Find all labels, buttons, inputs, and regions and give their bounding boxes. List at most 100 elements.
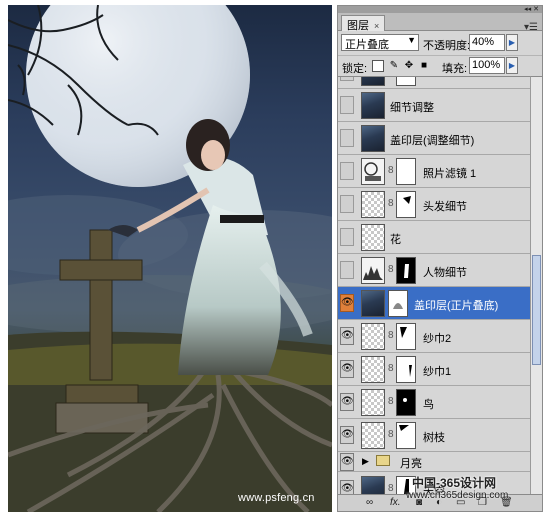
layer-name: 纱巾1 <box>423 366 452 378</box>
eye-icon[interactable]: 👁 <box>340 453 354 471</box>
link-icon: 8 <box>388 76 394 77</box>
lock-transparency-icon[interactable] <box>372 60 384 72</box>
link-icon: 8 <box>388 483 394 494</box>
layer-mask-thumbnail[interactable] <box>388 290 408 317</box>
fx-icon[interactable]: fx. <box>390 497 401 508</box>
visibility-toggle[interactable] <box>340 228 354 246</box>
layer-name: 细节调整 <box>390 102 434 114</box>
artwork-watermark: www.psfeng.cn <box>238 492 315 504</box>
layer-mask-thumbnail[interactable] <box>396 422 416 449</box>
eye-icon[interactable]: 👁 <box>340 426 354 444</box>
layer-thumbnail <box>361 290 385 317</box>
link-icon: 8 <box>388 363 394 374</box>
layer-mask-thumbnail[interactable] <box>396 158 416 185</box>
opacity-label: 不透明度: <box>423 40 471 52</box>
site-watermark: 中国-365设计网 <box>412 476 497 490</box>
layer-name: 月亮 <box>400 458 422 470</box>
opacity-slider-button[interactable]: ▶ <box>506 34 518 51</box>
blend-row: 正片叠底 ▼ 不透明度: 40% ▶ <box>338 32 542 54</box>
layer-list-scrollbar[interactable] <box>530 76 542 494</box>
eye-icon[interactable]: 👁 <box>340 360 354 378</box>
tab-layers[interactable]: 图层 × <box>341 15 386 32</box>
site-watermark-url: www.cn365design.com <box>406 490 509 501</box>
fill-label: 填充: <box>442 63 468 75</box>
layer-thumbnail <box>361 77 385 86</box>
scrollbar-thumb[interactable] <box>532 255 541 365</box>
blend-mode-select[interactable]: 正片叠底 ▼ <box>341 34 419 51</box>
layer-name: 头发细节 <box>423 201 467 213</box>
lock-label: 锁定: <box>342 63 368 75</box>
layer-thumbnail <box>361 356 385 383</box>
layer-mask-thumbnail[interactable] <box>396 323 416 350</box>
visibility-toggle[interactable] <box>340 195 354 213</box>
link-icon: 8 <box>388 264 394 275</box>
layer-name: 盖印层(调整细节) <box>390 135 475 147</box>
visibility-toggle[interactable] <box>340 77 354 81</box>
link-icon: 8 <box>388 429 394 440</box>
panel-tab-bar: 图层 × ▾☰ <box>338 13 542 33</box>
layer-group-row[interactable]: 👁 ▶ 月亮 <box>338 452 530 472</box>
layer-mask-thumbnail[interactable] <box>396 389 416 416</box>
layer-thumbnail <box>361 476 385 494</box>
close-icon[interactable]: × <box>374 21 379 31</box>
brush-icon[interactable]: ✎ <box>388 60 400 72</box>
chevron-down-icon: ▼ <box>407 35 416 45</box>
layer-row[interactable]: 8 照片滤镜 1 <box>338 155 530 188</box>
tab-layers-label: 图层 <box>347 20 369 32</box>
link-icon: 8 <box>388 396 394 407</box>
layer-thumbnail <box>361 125 385 152</box>
levels-adjustment-icon <box>361 257 385 284</box>
layer-row[interactable]: 8 头发细节 <box>338 188 530 221</box>
visibility-toggle[interactable] <box>340 129 354 147</box>
layer-row[interactable]: 👁 8 鸟 <box>338 386 530 419</box>
layer-thumbnail <box>361 323 385 350</box>
layer-list: 8 细节调整 盖印层(调整细节) 8 照片滤镜 1 <box>338 76 530 494</box>
opacity-input[interactable]: 40% <box>469 34 505 51</box>
layer-row[interactable]: 细节调整 <box>338 89 530 122</box>
layer-row[interactable]: 8 人物细节 <box>338 254 530 287</box>
layer-row[interactable]: 盖印层(调整细节) <box>338 122 530 155</box>
fill-slider-button[interactable]: ▶ <box>506 57 518 74</box>
fill-input[interactable]: 100% <box>469 57 505 74</box>
eye-icon[interactable]: 👁 <box>340 480 354 494</box>
eye-icon[interactable]: 👁 <box>340 393 354 411</box>
layer-name: 鸟 <box>423 399 434 411</box>
document-canvas[interactable]: www.psfeng.cn <box>8 5 332 512</box>
layer-thumbnail <box>361 224 385 251</box>
layer-name: 树枝 <box>423 432 445 444</box>
layer-row-selected[interactable]: 👁 盖印层(正片叠底) <box>338 287 530 320</box>
layer-row[interactable]: 👁 8 纱巾2 <box>338 320 530 353</box>
layer-mask-thumbnail[interactable] <box>396 77 416 86</box>
layers-panel: ◂◂ ✕ 图层 × ▾☰ 正片叠底 ▼ 不透明度: 40% ▶ 锁定: ✎ ✥ ■… <box>337 5 543 512</box>
layer-row[interactable]: 花 <box>338 221 530 254</box>
link-icon[interactable]: ∞ <box>366 497 373 508</box>
layer-thumbnail <box>361 92 385 119</box>
layer-name: 盖印层(正片叠底) <box>414 300 499 312</box>
artwork-illustration <box>8 5 332 512</box>
eye-icon[interactable]: 👁 <box>340 294 354 312</box>
visibility-toggle[interactable] <box>340 261 354 279</box>
layer-row[interactable]: 👁 8 树枝 <box>338 419 530 452</box>
layer-mask-thumbnail[interactable] <box>396 356 416 383</box>
expand-arrow-icon[interactable]: ▶ <box>362 456 369 467</box>
lock-icon[interactable]: ■ <box>418 60 430 72</box>
layer-thumbnail <box>361 389 385 416</box>
collapse-icon[interactable]: ◂◂ ✕ <box>524 5 539 13</box>
visibility-toggle[interactable] <box>340 96 354 114</box>
layer-name: 人物细节 <box>423 267 467 279</box>
folder-icon <box>376 455 390 466</box>
layer-thumbnail <box>361 191 385 218</box>
layer-mask-thumbnail[interactable] <box>396 191 416 218</box>
layer-name: 纱巾2 <box>423 333 452 345</box>
panel-title-strip[interactable]: ◂◂ ✕ <box>338 6 542 13</box>
layer-mask-thumbnail[interactable] <box>396 257 416 284</box>
visibility-toggle[interactable] <box>340 162 354 180</box>
link-icon: 8 <box>388 330 394 341</box>
photo-filter-icon <box>361 158 385 185</box>
eye-icon[interactable]: 👁 <box>340 327 354 345</box>
link-icon: 8 <box>388 165 394 176</box>
move-icon[interactable]: ✥ <box>403 60 415 72</box>
lock-row: 锁定: ✎ ✥ ■ 填充: 100% ▶ <box>338 55 542 75</box>
layer-row[interactable]: 8 <box>338 76 530 89</box>
layer-row[interactable]: 👁 8 纱巾1 <box>338 353 530 386</box>
